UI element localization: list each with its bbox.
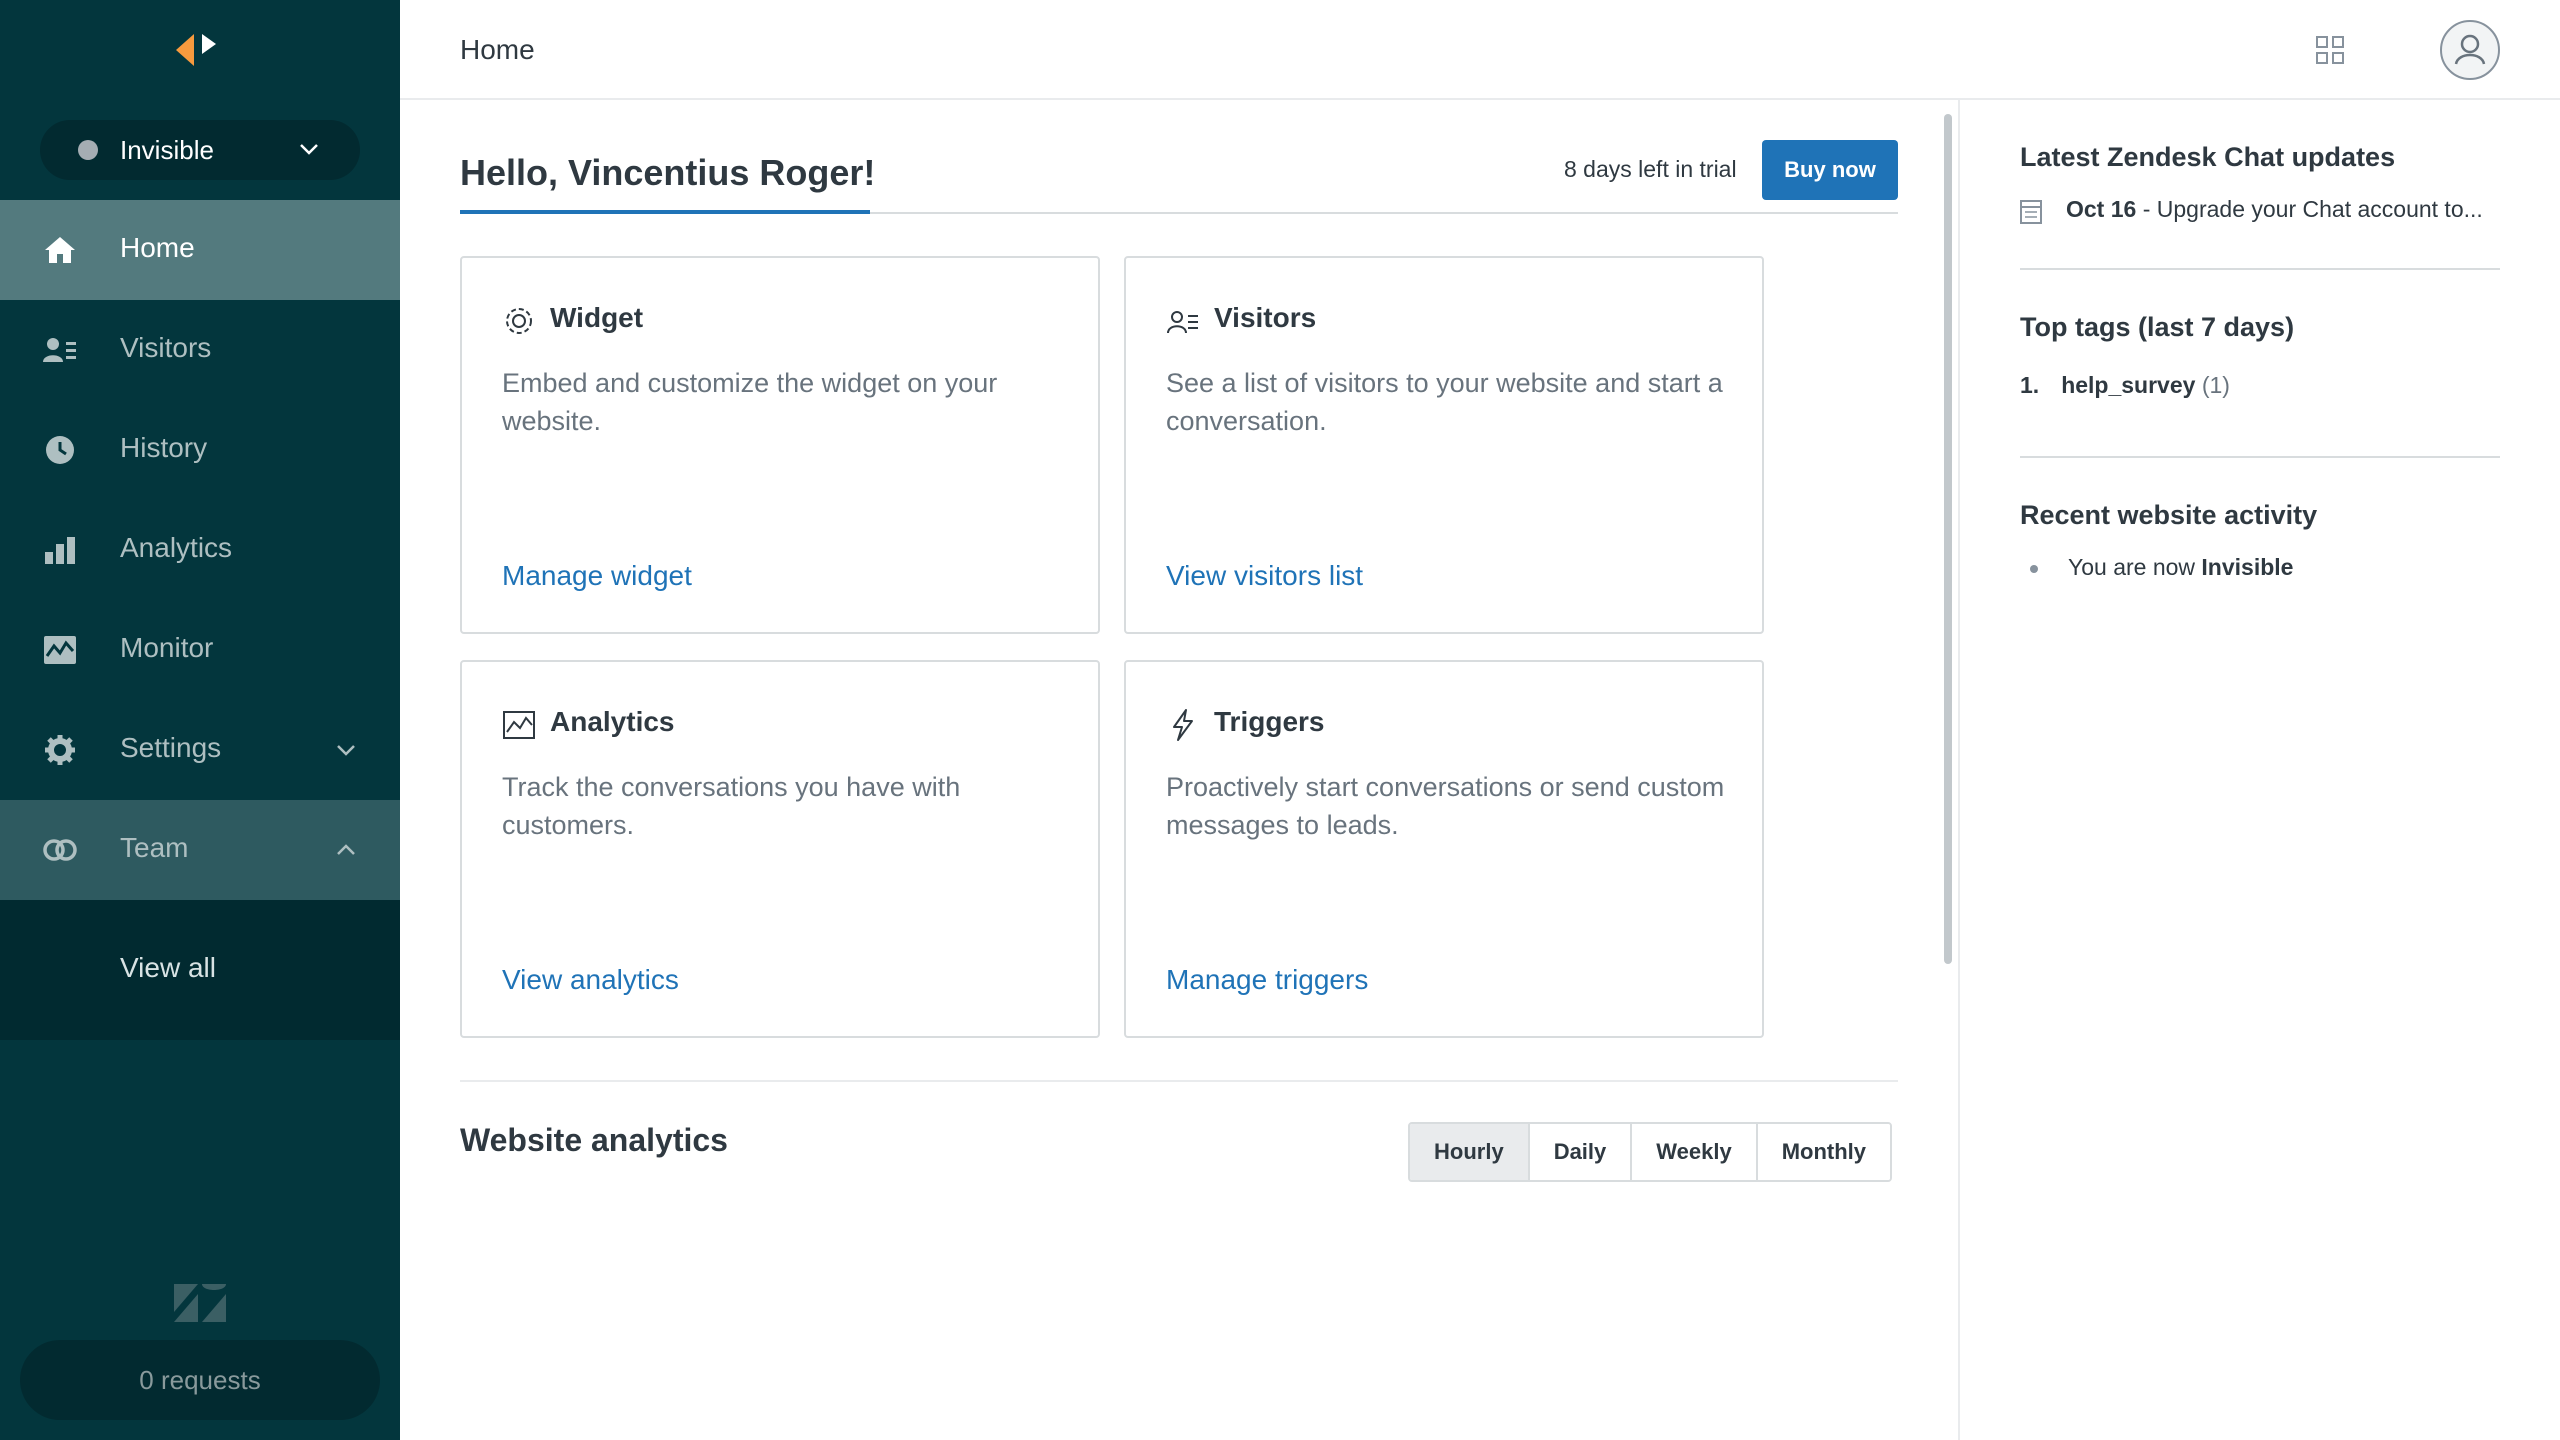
manage-widget-link[interactable]: Manage widget [502,560,692,592]
range-hourly-button[interactable]: Hourly [1410,1124,1530,1180]
tag-count: (1) [2201,372,2230,398]
buy-now-button[interactable]: Buy now [1762,140,1898,200]
sidebar-item-settings[interactable]: Settings [0,700,400,800]
card-title: Triggers [1214,706,1325,737]
sidebar-item-home[interactable]: Home [0,200,400,300]
chevron-down-icon [337,745,355,756]
time-range-selector: Hourly Daily Weekly Monthly [1408,1122,1893,1182]
bullet [2030,564,2038,573]
widget-card: Widget Embed and customize the widget on… [460,256,1100,634]
activity-value: Invisible [2201,554,2294,580]
card-description: Track the conversations you have with cu… [502,772,961,840]
calendar-icon [2020,199,2042,224]
sidebar-item-view-all[interactable]: View all [120,952,216,984]
update-date: Oct 16 [2066,196,2137,222]
sidebar-item-label: Visitors [120,332,212,363]
scrollbar[interactable] [1944,114,1952,964]
divider [2020,456,2500,458]
history-icon [46,436,74,464]
activity-item: You are now Invisible [2020,554,2293,581]
card-description: Proactively start conversations or send … [1166,772,1725,840]
team-subnav: View all [0,900,400,1040]
update-text: - Upgrade your Chat account to... [2136,196,2483,222]
sidebar-item-monitor[interactable]: Monitor [0,600,400,700]
avatar[interactable] [2440,20,2500,80]
page-title: Home [460,34,535,65]
sidebar-item-label: Monitor [120,632,214,663]
sidebar: Invisible Home Visitors History Analytic… [0,0,400,1440]
sidebar-nav: Home Visitors History Analytics Monitor … [0,200,400,1040]
monitor-icon [44,636,76,664]
analytics-icon [45,537,75,564]
tag-name[interactable]: help_survey [2061,372,2195,398]
chevron-up-icon [337,844,355,855]
update-item[interactable]: Oct 16 - Upgrade your Chat account to... [2020,196,2483,224]
greeting-underline [460,210,870,214]
divider [460,1080,1898,1082]
gear-icon [45,735,75,765]
triggers-card: Triggers Proactively start conversations… [1124,660,1764,1038]
range-weekly-button[interactable]: Weekly [1632,1124,1758,1180]
requests-button[interactable]: 0 requests [20,1340,380,1420]
sidebar-item-team[interactable]: Team [0,800,400,900]
card-description: See a list of visitors to your website a… [1166,368,1723,436]
sidebar-item-label: Analytics [120,532,233,563]
view-visitors-list-link[interactable]: View visitors list [1166,560,1363,592]
lightning-icon [1173,709,1193,741]
sidebar-item-label: Settings [120,732,222,763]
visitors-card: Visitors See a list of visitors to your … [1124,256,1764,634]
zendesk-chat-logo-icon[interactable] [172,28,228,72]
card-title: Visitors [1214,302,1317,333]
team-icon [43,839,77,861]
card-title: Analytics [550,706,675,737]
sidebar-item-analytics[interactable]: Analytics [0,500,400,600]
analytics-chart-icon [503,711,535,739]
visitors-icon [1167,311,1198,334]
tag-rank: 1. [2020,372,2040,398]
card-description: Embed and customize the widget on your w… [502,368,998,436]
sidebar-item-history[interactable]: History [0,400,400,500]
visitors-icon [43,338,76,362]
range-monthly-button[interactable]: Monthly [1757,1124,1891,1180]
trial-remaining: 8 days left in trial [1564,156,1737,182]
card-title: Widget [550,302,644,333]
analytics-card: Analytics Track the conversations you ha… [460,660,1100,1038]
apps-grid-icon[interactable] [2314,34,2346,66]
tag-item: 1. help_survey (1) [2020,372,2230,399]
range-daily-button[interactable]: Daily [1529,1124,1633,1180]
sidebar-item-label: Home [120,232,195,263]
status-label: Invisible [120,134,214,165]
main-content: Hello, Vincentius Roger! 8 days left in … [400,100,1960,1440]
right-panel: Latest Zendesk Chat updates Oct 16 - Upg… [1958,100,2560,1440]
home-icon [45,237,75,263]
user-icon [2454,34,2486,65]
status-selector[interactable]: Invisible [40,120,360,180]
top-tags-heading: Top tags (last 7 days) [2020,312,2295,342]
status-dot [78,140,98,160]
divider [2020,268,2500,270]
top-bar: Home [400,0,2560,100]
zendesk-logo-icon[interactable] [172,1282,228,1324]
activity-text: You are now [2068,554,2202,580]
view-analytics-link[interactable]: View analytics [502,964,679,996]
updates-heading: Latest Zendesk Chat updates [2020,142,2396,172]
sidebar-item-label: History [120,432,208,463]
gear-icon [506,308,532,334]
sidebar-item-label: Team [120,832,189,863]
website-analytics-heading: Website analytics [460,1122,728,1158]
sidebar-item-visitors[interactable]: Visitors [0,300,400,400]
greeting-heading: Hello, Vincentius Roger! [460,152,876,193]
recent-activity-heading: Recent website activity [2020,500,2318,530]
chevron-down-icon [300,144,318,155]
manage-triggers-link[interactable]: Manage triggers [1166,964,1368,996]
